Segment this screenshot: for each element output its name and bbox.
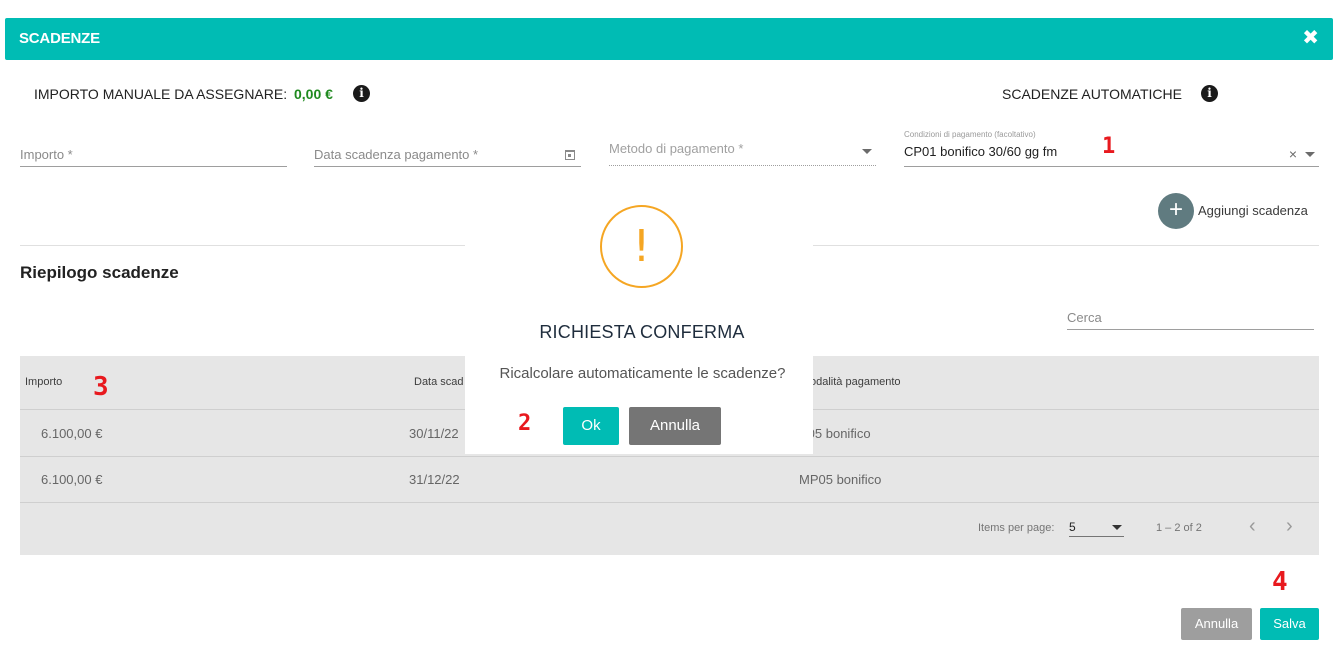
confirm-dialog-title: RICHIESTA CONFERMA	[539, 322, 745, 342]
items-per-page-label: Items per page:	[978, 522, 1055, 534]
close-icon[interactable]: ✖	[1302, 27, 1319, 49]
cancel-button[interactable]: Annulla	[1181, 608, 1252, 640]
auto-scadenze-label: SCADENZE AUTOMATICHE	[1002, 86, 1182, 102]
cell-data: 31/12/22	[409, 472, 460, 487]
condizioni-label: Condizioni di pagamento (facoltativo)	[904, 130, 1036, 139]
paginator: Items per page: 5 1 – 2 of 2 ‹ ›	[20, 503, 1319, 555]
chevron-down-icon-pager[interactable]	[1112, 525, 1122, 530]
page-range: 1 – 2 of 2	[1156, 522, 1202, 534]
summary-title: Riepilogo scadenze	[20, 263, 179, 282]
chevron-down-icon[interactable]	[862, 149, 872, 154]
data-scadenza-placeholder: Data scadenza pagamento *	[314, 147, 479, 162]
data-scadenza-input[interactable]: Data scadenza pagamento *	[314, 146, 581, 167]
condizioni-value: CP01 bonifico 30/60 gg fm	[904, 144, 1058, 159]
items-per-page-select[interactable]: 5	[1069, 517, 1124, 537]
annotation-marker-1: 1	[1102, 134, 1116, 159]
info-icon-auto[interactable]: i	[1201, 85, 1218, 102]
manual-amount: IMPORTO MANUALE DA ASSEGNARE: 0,00 €	[34, 86, 333, 102]
importo-input[interactable]: Importo *	[20, 146, 287, 167]
column-header-modalita[interactable]: odalità pagamento	[810, 376, 901, 388]
cell-importo: 6.100,00 €	[41, 472, 103, 487]
search-input[interactable]: Cerca	[1067, 308, 1314, 330]
annotation-marker-3: 3	[93, 372, 109, 402]
column-header-importo[interactable]: Importo	[25, 376, 62, 388]
chevron-down-icon-cond[interactable]	[1305, 152, 1315, 157]
add-scadenza-button[interactable]: +	[1158, 193, 1194, 229]
calendar-icon[interactable]	[565, 150, 575, 160]
dialog-header: SCADENZE ✖	[5, 18, 1333, 60]
page-title: SCADENZE	[19, 30, 100, 47]
cell-data: 30/11/22	[409, 426, 459, 441]
search-placeholder: Cerca	[1067, 310, 1102, 325]
info-icon[interactable]: i	[353, 85, 370, 102]
warning-icon: !	[600, 205, 683, 288]
clear-icon[interactable]: ×	[1289, 146, 1297, 162]
metodo-pagamento-select[interactable]: Metodo di pagamento *	[609, 141, 876, 166]
confirm-dialog-message: Ricalcolare automaticamente le scadenze?	[499, 365, 786, 382]
annotation-marker-4: 4	[1272, 567, 1288, 597]
previous-page-icon[interactable]: ‹	[1249, 515, 1256, 538]
next-page-icon[interactable]: ›	[1286, 515, 1293, 538]
cell-modalita: MP05 bonifico	[799, 472, 882, 487]
add-scadenza-label[interactable]: Aggiungi scadenza	[1198, 203, 1308, 218]
manual-amount-value: 0,00 €	[294, 86, 333, 102]
ok-button[interactable]: Ok	[563, 407, 619, 445]
save-button[interactable]: Salva	[1260, 608, 1319, 640]
column-header-data[interactable]: Data scad	[414, 376, 464, 388]
metodo-placeholder: Metodo di pagamento *	[609, 141, 744, 156]
annotation-marker-2: 2	[518, 411, 532, 436]
table-row[interactable]: 6.100,00 € 31/12/22 MP05 bonifico	[20, 457, 1319, 503]
importo-placeholder: Importo *	[20, 147, 73, 162]
items-per-page-value: 5	[1069, 520, 1076, 534]
cell-importo: 6.100,00 €	[41, 426, 103, 441]
dialog-cancel-button[interactable]: Annulla	[629, 407, 721, 445]
manual-amount-label: IMPORTO MANUALE DA ASSEGNARE:	[34, 86, 288, 102]
